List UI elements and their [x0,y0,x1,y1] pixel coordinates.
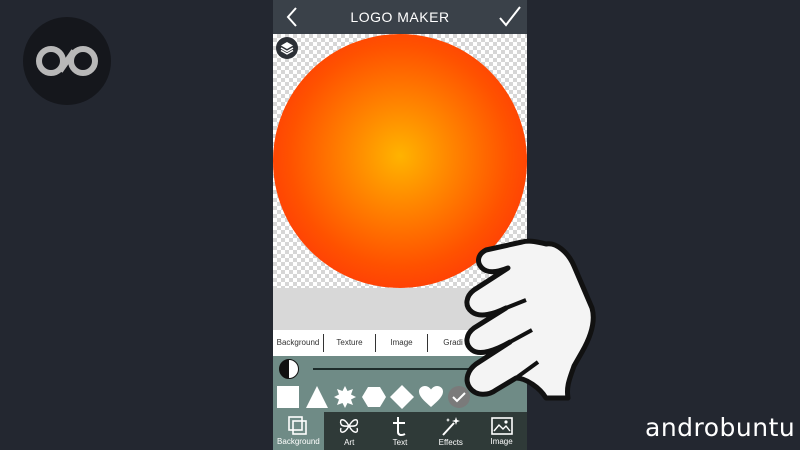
shape-diamond[interactable] [389,384,415,410]
heart-shape-icon [418,386,443,407]
nav-art[interactable]: Art [324,412,375,450]
watermark-brand: androbuntu [645,413,796,442]
square-shape-icon [277,386,299,408]
nav-label: Effects [438,438,463,447]
subtab-texture[interactable]: Texture [324,334,376,352]
nav-background[interactable]: Background [273,412,324,450]
pointing-hand-icon [464,238,596,401]
layers-icon [280,42,294,55]
art-icon [340,419,359,433]
text-icon [392,417,406,437]
shape-square[interactable] [275,384,301,410]
page-title: LOGO MAKER [350,9,450,25]
nav-label: Image [490,437,513,446]
infinity-logo-icon [36,46,98,76]
shape-star[interactable] [332,384,358,410]
shape-hexagon[interactable] [361,384,387,410]
top-bar: LOGO MAKER [273,0,527,34]
back-arrow-icon[interactable] [281,5,305,29]
triangle-shape-icon [305,386,328,408]
shape-heart[interactable] [418,384,444,410]
nav-label: Background [277,437,320,446]
nav-label: Art [344,438,355,447]
background-icon [288,416,308,435]
nav-label: Text [392,438,408,447]
diamond-shape-icon [390,385,414,409]
layers-button[interactable] [276,37,298,59]
confirm-check-icon[interactable] [497,4,523,30]
subtab-image[interactable]: Image [376,334,428,352]
shape-triangle[interactable] [304,384,330,410]
nav-text[interactable]: Text [375,412,426,450]
watermark-logo [23,17,111,105]
hexagon-shape-icon [361,387,386,407]
star-shape-icon [334,386,356,408]
opacity-icon [279,359,299,379]
subtab-background[interactable]: Background [273,334,324,352]
